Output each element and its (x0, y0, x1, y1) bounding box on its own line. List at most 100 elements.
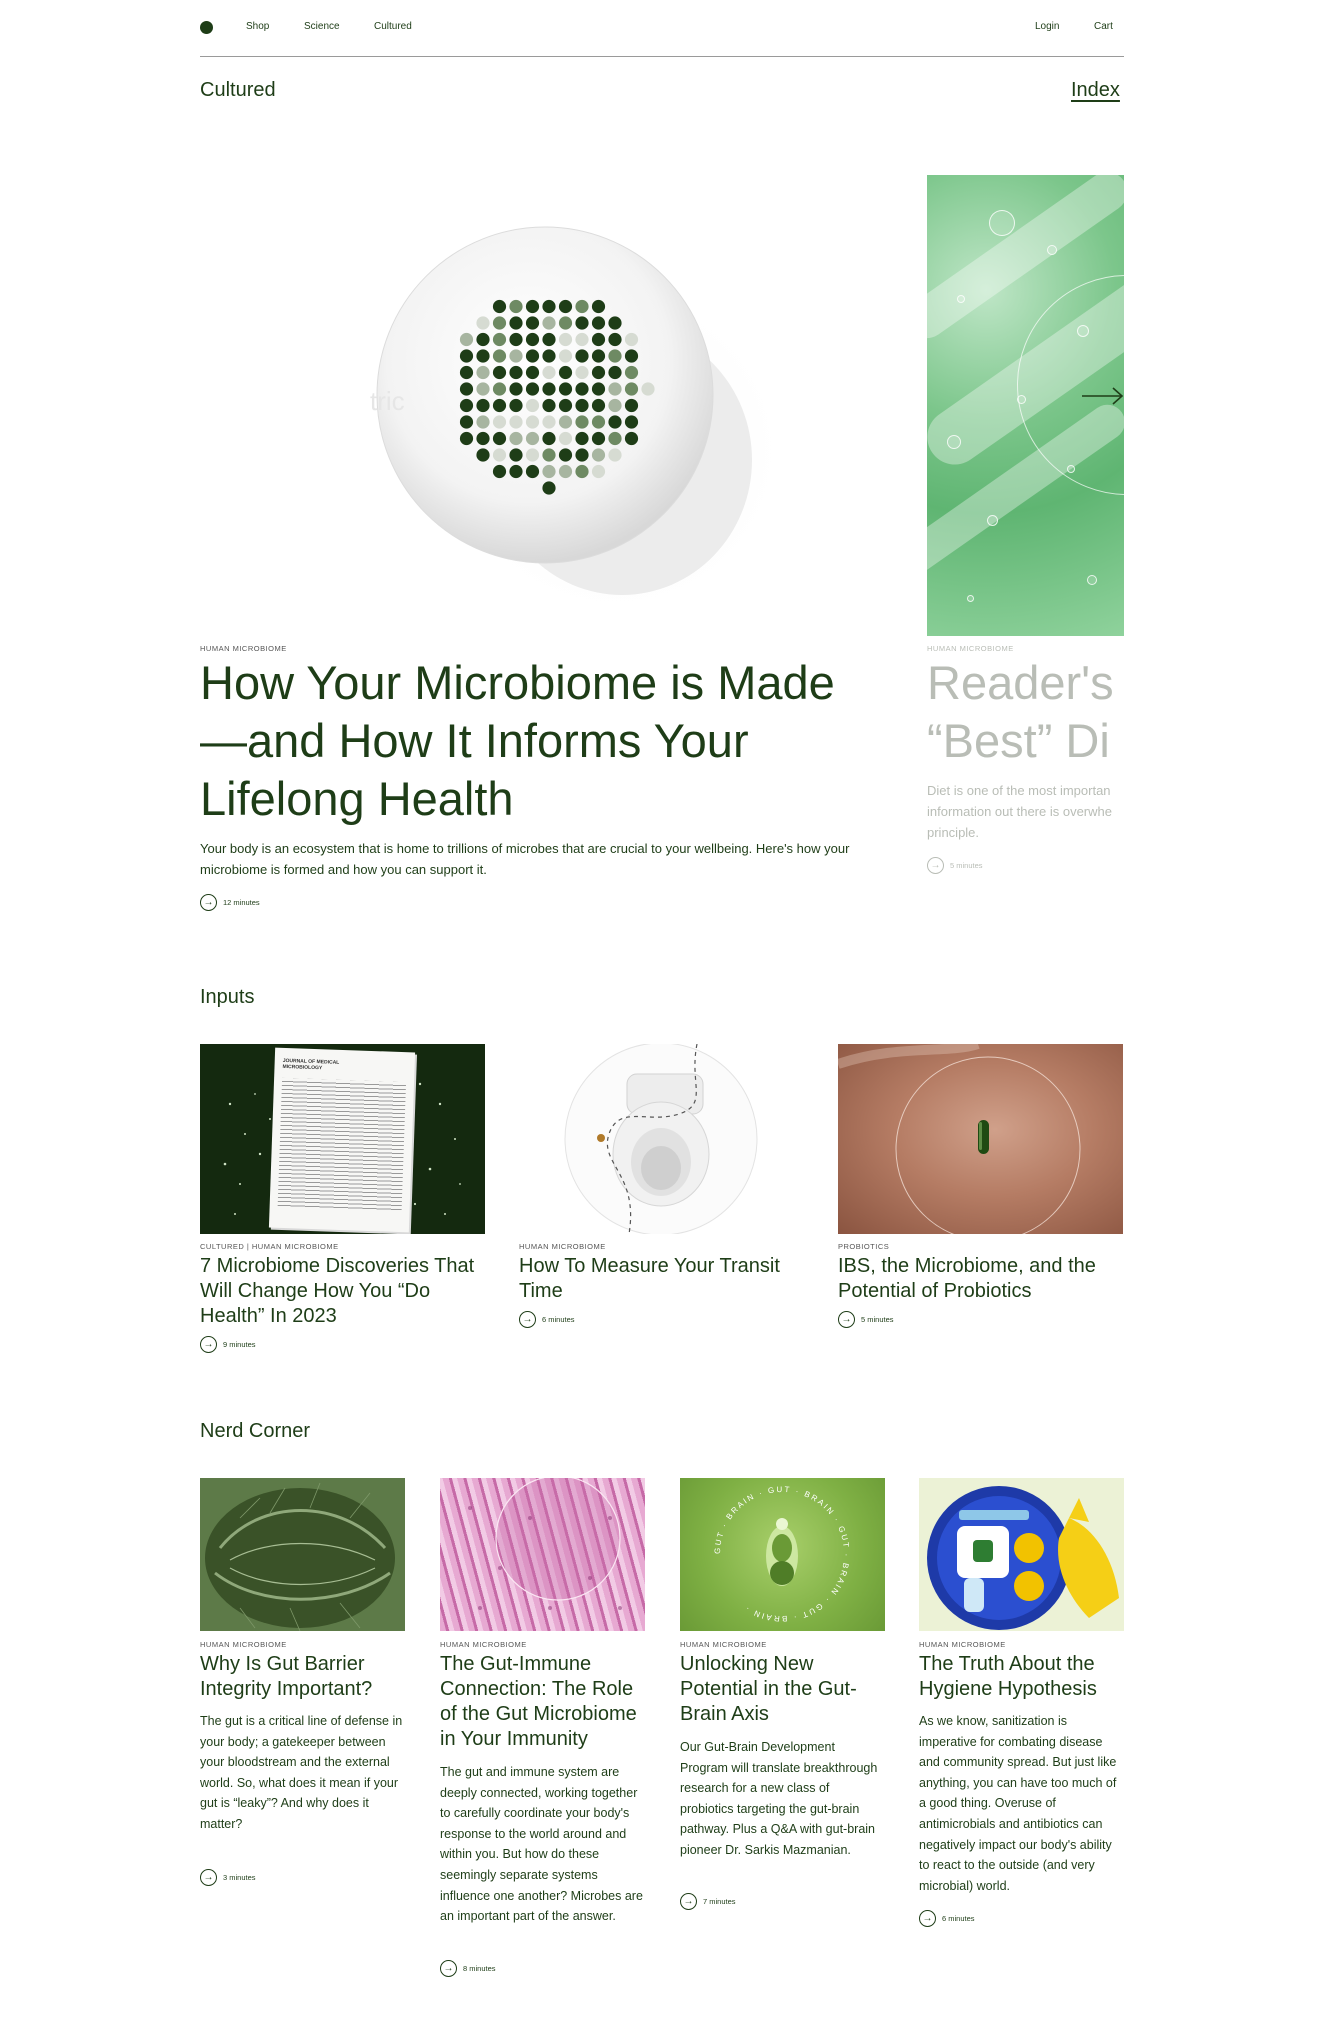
hero-dot (608, 448, 622, 462)
hero-dot (509, 365, 523, 380)
nerd-read-time[interactable]: → 6 minutes (919, 1910, 975, 1927)
hero-dot (608, 382, 622, 396)
hero-dot (476, 382, 490, 396)
research-paper: JOURNAL OF MEDICAL MICROBIOLOGY (268, 1047, 416, 1233)
index-link[interactable]: Index (1071, 79, 1120, 102)
hero-dot (492, 398, 507, 413)
side-article-title[interactable]: Reader's “Best” Di (927, 654, 1124, 770)
hero-dot (476, 332, 490, 347)
input-eyebrow: HUMAN MICROBIOME (519, 1242, 606, 1251)
hero-title[interactable]: How Your Microbiome is Made —and How It … (200, 654, 880, 828)
hero-dot (509, 349, 523, 363)
read-time-label: 6 minutes (542, 1315, 575, 1324)
hero-dot (591, 382, 606, 396)
hero-dot (558, 349, 573, 363)
nerd-card-title[interactable]: Why Is Gut Barrier Integrity Important? (200, 1652, 405, 1702)
input-read-time[interactable]: → 6 minutes (519, 1311, 575, 1328)
input-card-title[interactable]: IBS, the Microbiome, and the Potential o… (838, 1254, 1128, 1304)
nerd-card-image[interactable] (200, 1478, 405, 1631)
nerd-read-time[interactable]: → 3 minutes (200, 1869, 256, 1886)
probiotic-capsule-photo (838, 1044, 1081, 1234)
hero-dot (575, 382, 589, 396)
read-time-label: 12 minutes (223, 898, 260, 907)
hero-dot (624, 332, 639, 347)
hero-dot (591, 448, 606, 462)
read-time-label: 8 minutes (463, 1964, 496, 1973)
nav-login[interactable]: Login (1035, 21, 1059, 32)
hero-art-fragment: tric (370, 386, 405, 416)
hero-dot (525, 316, 540, 330)
hero-dot (542, 299, 556, 314)
hero-dot (509, 415, 523, 429)
hero-dot (542, 316, 556, 330)
nav-cart[interactable]: Cart (1094, 21, 1113, 32)
inputs-section-title: Inputs (200, 986, 255, 1008)
nav-science[interactable]: Science (304, 21, 340, 32)
nerd-eyebrow: HUMAN MICROBIOME (200, 1640, 287, 1649)
nerd-card-title[interactable]: Unlocking New Potential in the Gut-Brain… (680, 1652, 890, 1727)
input-read-time[interactable]: → 9 minutes (200, 1336, 256, 1353)
hero-dot (459, 431, 474, 446)
side-desc-line: information out there is overwhe (927, 804, 1112, 819)
hero-dot (608, 415, 622, 429)
hero-dot (525, 382, 540, 396)
hero-dot (591, 464, 606, 479)
input-card-title[interactable]: 7 Microbiome Discoveries That Will Chang… (200, 1254, 490, 1329)
side-read-time[interactable]: → 5 minutes (927, 857, 983, 874)
hero-dot (575, 332, 589, 347)
hero-read-time[interactable]: → 12 minutes (200, 894, 260, 911)
carousel-next-arrow-icon[interactable] (1082, 386, 1124, 406)
hero-dot (591, 431, 606, 446)
hero-dot (525, 415, 540, 429)
nerd-read-time[interactable]: → 7 minutes (680, 1893, 736, 1910)
hero-dot (509, 464, 523, 479)
hero-dot (575, 464, 589, 479)
hero-dot (492, 431, 507, 446)
nerd-card-description: As we know, sanitization is imperative f… (919, 1714, 1117, 1893)
hero-dot (591, 316, 606, 330)
hero-dot (542, 464, 556, 479)
input-card-title[interactable]: How To Measure Your Transit Time (519, 1254, 809, 1304)
hero-dot (624, 431, 639, 446)
hero-dot (492, 365, 507, 380)
hero-dot (525, 464, 540, 479)
nerd-card-image[interactable] (440, 1478, 645, 1631)
hero-dot (591, 332, 606, 347)
hero-dot (476, 448, 490, 462)
nerd-card-image[interactable] (919, 1478, 1124, 1631)
nav-cultured[interactable]: Cultured (374, 21, 412, 32)
input-card-image[interactable]: JOURNAL OF MEDICAL MICROBIOLOGY (200, 1044, 485, 1234)
side-eyebrow: HUMAN MICROBIOME (927, 644, 1014, 653)
hero-dot (575, 398, 589, 413)
brand-logo[interactable] (200, 21, 213, 34)
input-card-image[interactable] (519, 1044, 804, 1234)
hero-image[interactable]: tric (360, 210, 780, 630)
nerd-eyebrow: HUMAN MICROBIOME (440, 1640, 527, 1649)
nav-shop[interactable]: Shop (246, 21, 269, 32)
hero-eyebrow: HUMAN MICROBIOME (200, 644, 287, 653)
hero-dot (624, 398, 639, 413)
hero-dot (542, 481, 556, 495)
nerd-card-title[interactable]: The Gut-Immune Connection: The Role of t… (440, 1652, 650, 1752)
nerd-section-title: Nerd Corner (200, 1420, 311, 1442)
hero-dot (525, 365, 540, 380)
nerd-card-title[interactable]: The Truth About the Hygiene Hypothesis (919, 1652, 1129, 1702)
hero-dot (542, 431, 556, 446)
hero-dot (525, 431, 540, 446)
nerd-card-description: The gut is a critical line of defense in… (200, 1714, 403, 1831)
hero-dot (459, 398, 474, 413)
hero-dot (525, 349, 540, 363)
hero-dot (509, 332, 523, 347)
hero-dot (575, 299, 589, 314)
input-card-image[interactable] (838, 1044, 1123, 1234)
nerd-card-image[interactable]: GUT · BRAIN · GUT · BRAIN · GUT · BRAIN … (680, 1478, 885, 1631)
hero-dot (459, 365, 474, 380)
hero-dot (542, 398, 556, 413)
hero-dot (509, 382, 523, 396)
hero-dot (641, 382, 655, 396)
nerd-card-description: The gut and immune system are deeply con… (440, 1765, 643, 1924)
nerd-read-time[interactable]: → 8 minutes (440, 1960, 496, 1977)
input-read-time[interactable]: → 5 minutes (838, 1311, 894, 1328)
hero-dot (591, 398, 606, 413)
nav-divider (200, 56, 1124, 57)
